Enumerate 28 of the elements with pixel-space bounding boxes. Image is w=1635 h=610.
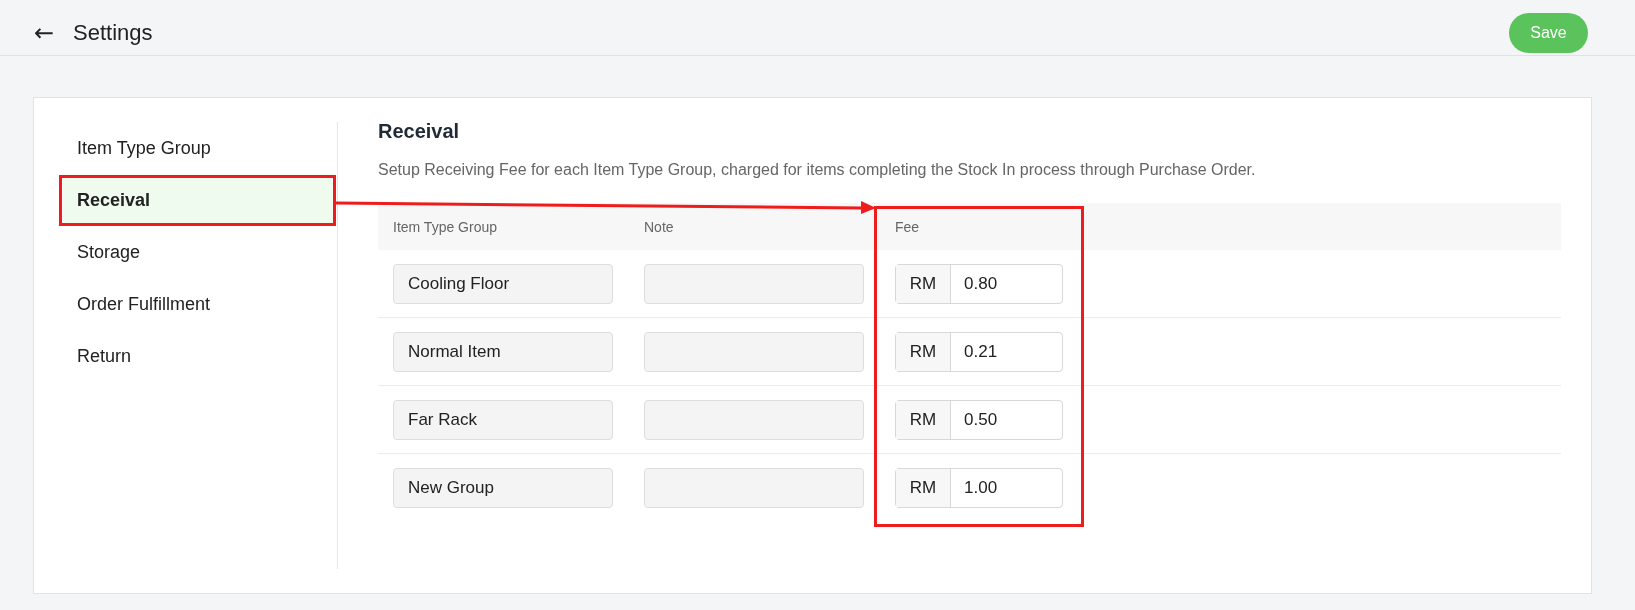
group-field[interactable]: Cooling Floor xyxy=(393,263,613,304)
page-title: Settings xyxy=(73,19,153,46)
currency-prefix: RM xyxy=(896,332,951,371)
currency-prefix: RM xyxy=(896,468,951,507)
sidebar-item[interactable]: Storage xyxy=(63,226,335,278)
sidebar-item[interactable]: Order Fulfillment xyxy=(63,278,335,330)
sidebar-item[interactable]: Return xyxy=(63,330,335,382)
fee-field[interactable]: RM 1.00 xyxy=(895,467,1063,508)
column-header: Fee xyxy=(894,218,921,235)
group-field[interactable]: Far Rack xyxy=(393,399,613,440)
sidebar-item[interactable]: Receival xyxy=(63,174,335,226)
group-field[interactable]: New Group xyxy=(393,467,613,508)
fee-field[interactable]: RM 0.50 xyxy=(895,399,1063,440)
fee-field[interactable]: RM 0.80 xyxy=(895,263,1063,304)
column-header: Item Type Group xyxy=(392,218,498,235)
note-field[interactable] xyxy=(644,399,864,440)
currency-prefix: RM xyxy=(896,400,951,439)
currency-prefix: RM xyxy=(896,264,951,303)
group-field[interactable]: Normal Item xyxy=(393,331,613,372)
back-button[interactable]: ← xyxy=(30,18,58,47)
note-field[interactable] xyxy=(644,467,864,508)
section-title: Receival xyxy=(378,120,461,143)
fee-field[interactable]: RM 0.21 xyxy=(895,331,1063,372)
note-field[interactable] xyxy=(644,263,864,304)
note-field[interactable] xyxy=(644,331,864,372)
sidebar-item[interactable]: Item Type Group xyxy=(63,122,335,174)
section-description: Setup Receiving Fee for each Item Type Group, charged for items completing the Stock In process through Purchase Order. xyxy=(378,161,1257,179)
column-header: Note xyxy=(643,218,675,235)
